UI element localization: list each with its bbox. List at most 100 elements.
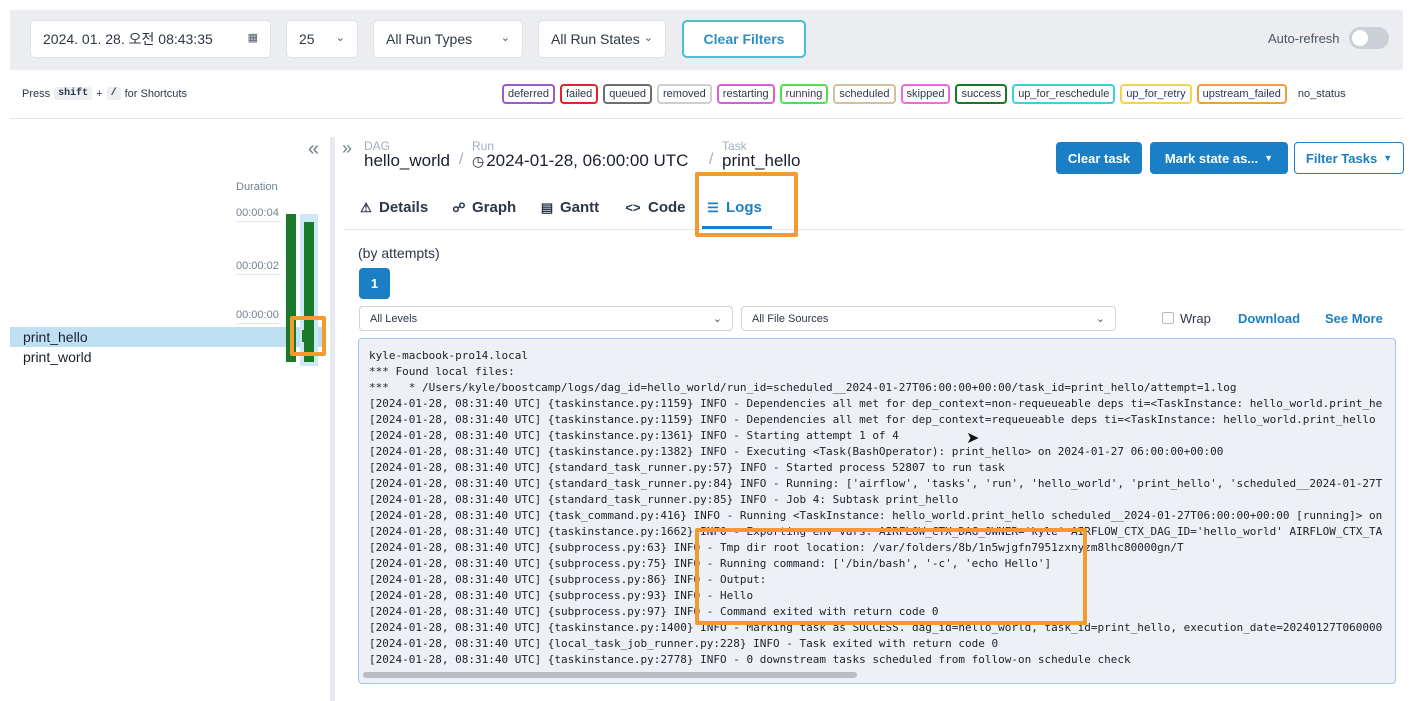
filter-tasks-label: Filter Tasks [1305, 150, 1378, 166]
duration-tick: 00:00:04 [236, 207, 279, 219]
duration-tick: 00:00:02 [236, 260, 279, 272]
gridline [236, 323, 281, 324]
breadcrumb-task[interactable]: print_hello [722, 151, 800, 171]
log-line: [2024-01-28, 08:31:40 UTC] {taskinstance… [369, 525, 1383, 538]
tab-gantt[interactable]: ▤ Gantt [540, 199, 599, 216]
download-link[interactable]: Download [1238, 311, 1300, 326]
tab-label: Logs [726, 199, 762, 216]
log-line: [2024-01-28, 08:31:40 UTC] {subprocess.p… [369, 605, 939, 618]
task-name: print_hello [23, 329, 88, 345]
horizontal-scrollbar[interactable] [363, 672, 857, 678]
auto-refresh-toggle[interactable] [1349, 27, 1389, 49]
log-line: [2024-01-28, 08:31:40 UTC] {taskinstance… [369, 445, 1224, 458]
list-icon: ☰ [707, 199, 719, 215]
shortcut-hint: Press shift + / for Shortcuts [22, 87, 187, 100]
chevron-down-icon: ⌄ [335, 32, 345, 44]
legend-chip-no-status[interactable]: no_status [1291, 84, 1352, 104]
auto-refresh-label: Auto-refresh [1268, 31, 1340, 46]
mark-state-label: Mark state as... [1164, 150, 1259, 166]
tab-label: Gantt [560, 199, 600, 216]
code-icon: <> [625, 200, 641, 215]
airflow-task-logs-view: 2024. 01. 28. 오전 08:43:35 ▦ 25 ⌄ All Run… [0, 0, 1419, 701]
legend-chip-removed[interactable]: removed [657, 84, 712, 104]
expand-details-icon[interactable]: » [342, 138, 352, 159]
calendar-icon[interactable]: ▦ [248, 31, 258, 44]
tab-label: Code [648, 199, 686, 216]
wrap-label: Wrap [1180, 311, 1211, 326]
task-name: print_world [23, 349, 92, 365]
log-line: kyle-macbook-pro14.local [369, 349, 528, 362]
breadcrumb-run[interactable]: ◷ 2024-01-28, 06:00:00 UTC [472, 151, 688, 171]
mark-state-button[interactable]: Mark state as... ▼ [1150, 142, 1288, 174]
run-types-select[interactable]: All Run Types ⌄ [373, 20, 523, 58]
file-source-value: All File Sources [752, 312, 829, 325]
filter-tasks-button[interactable]: Filter Tasks ▼ [1294, 142, 1404, 174]
legend-chip-up-for-reschedule[interactable]: up_for_reschedule [1012, 84, 1116, 104]
wrap-checkbox[interactable] [1162, 312, 1174, 324]
tab-label: Graph [472, 199, 517, 216]
log-output[interactable]: kyle-macbook-pro14.local *** Found local … [358, 338, 1396, 684]
legend-chip-up-for-retry[interactable]: up_for_retry [1120, 84, 1192, 104]
warning-triangle-icon: ⚠ [360, 199, 372, 215]
legend-chip-queued[interactable]: queued [603, 84, 652, 104]
log-line: [2024-01-28, 08:31:40 UTC] {taskinstance… [369, 621, 1383, 634]
task-instance-square[interactable] [302, 330, 314, 342]
panel-splitter[interactable] [330, 137, 335, 701]
active-tab-indicator [702, 226, 772, 229]
clear-filters-button[interactable]: Clear Filters [682, 20, 806, 58]
run-states-select[interactable]: All Run States ⌄ [538, 20, 666, 58]
legend-chip-upstream-failed[interactable]: upstream_failed [1196, 84, 1287, 104]
dag-run-duration-bar[interactable] [286, 214, 296, 362]
breadcrumb-dag[interactable]: hello_world [364, 151, 450, 171]
log-line: [2024-01-28, 08:31:40 UTC] {subprocess.p… [369, 541, 1184, 554]
attempt-1-button[interactable]: 1 [359, 268, 390, 299]
collapse-grid-icon[interactable]: « [308, 138, 319, 161]
page-size-select[interactable]: 25 ⌄ [286, 20, 358, 58]
gantt-icon: ▤ [540, 199, 554, 215]
chevron-down-icon: ⌄ [500, 32, 510, 44]
clock-icon: ◷ [472, 152, 485, 169]
log-level-value: All Levels [370, 312, 418, 325]
tab-logs[interactable]: ☰ Logs [706, 199, 762, 216]
task-row-print-hello[interactable]: print_hello [10, 327, 322, 347]
tab-graph[interactable]: ☍ Graph [452, 199, 516, 216]
log-lines: kyle-macbook-pro14.local *** Found local … [369, 348, 1382, 668]
caret-down-icon: ▼ [1383, 153, 1393, 163]
duration-label: Duration [236, 181, 278, 193]
shortcut-suffix-text: for Shortcuts [124, 87, 187, 100]
tab-details[interactable]: ⚠ Details [359, 199, 428, 216]
shortcut-plus: + [96, 87, 103, 100]
legend-chip-skipped[interactable]: skipped [900, 84, 951, 104]
execution-date-input[interactable]: 2024. 01. 28. 오전 08:43:35 ▦ [30, 20, 271, 58]
log-line: [2024-01-28, 08:31:40 UTC] {subprocess.p… [369, 557, 1052, 570]
filter-bar: 2024. 01. 28. 오전 08:43:35 ▦ 25 ⌄ All Run… [10, 10, 1403, 70]
run-states-value: All Run States [551, 31, 640, 47]
legend-chip-running[interactable]: running [779, 84, 829, 104]
task-row-print-world[interactable]: print_world [10, 347, 322, 367]
see-more-link[interactable]: See More [1325, 311, 1383, 326]
tab-divider [344, 229, 1404, 230]
log-line: [2024-01-28, 08:31:40 UTC] {standard_tas… [369, 477, 1383, 490]
log-line: [2024-01-28, 08:31:40 UTC] {subprocess.p… [369, 573, 767, 586]
legend-chip-failed[interactable]: failed [559, 84, 599, 104]
legend-chip-restarting[interactable]: restarting [716, 84, 775, 104]
legend-chip-deferred[interactable]: deferred [502, 84, 555, 104]
clear-task-button[interactable]: Clear task [1056, 142, 1142, 174]
log-line: [2024-01-28, 08:31:40 UTC] {taskinstance… [369, 429, 899, 442]
legend-chip-success[interactable]: success [955, 84, 1008, 104]
log-line: *** Found local files: [369, 365, 515, 378]
log-line: [2024-01-28, 08:31:40 UTC] {standard_tas… [369, 493, 959, 506]
log-level-select[interactable]: All Levels ⌄ [359, 306, 733, 331]
legend-chip-scheduled[interactable]: scheduled [833, 84, 896, 104]
chevron-down-icon: ⌄ [1095, 313, 1105, 325]
page-size-value: 25 [299, 31, 315, 47]
breadcrumb-run-value: 2024-01-28, 06:00:00 UTC [486, 151, 689, 170]
log-line: *** * /Users/kyle/boostcamp/logs/dag_id=… [369, 381, 1237, 394]
tab-label: Details [379, 199, 429, 216]
file-source-select[interactable]: All File Sources ⌄ [741, 306, 1116, 331]
breadcrumb-separator: / [459, 151, 464, 168]
tab-code[interactable]: <> Code [624, 199, 686, 216]
attempts-label: (by attempts) [358, 245, 440, 261]
execution-date-value: 2024. 01. 28. 오전 08:43:35 [43, 31, 213, 47]
caret-down-icon: ▼ [1264, 153, 1274, 163]
